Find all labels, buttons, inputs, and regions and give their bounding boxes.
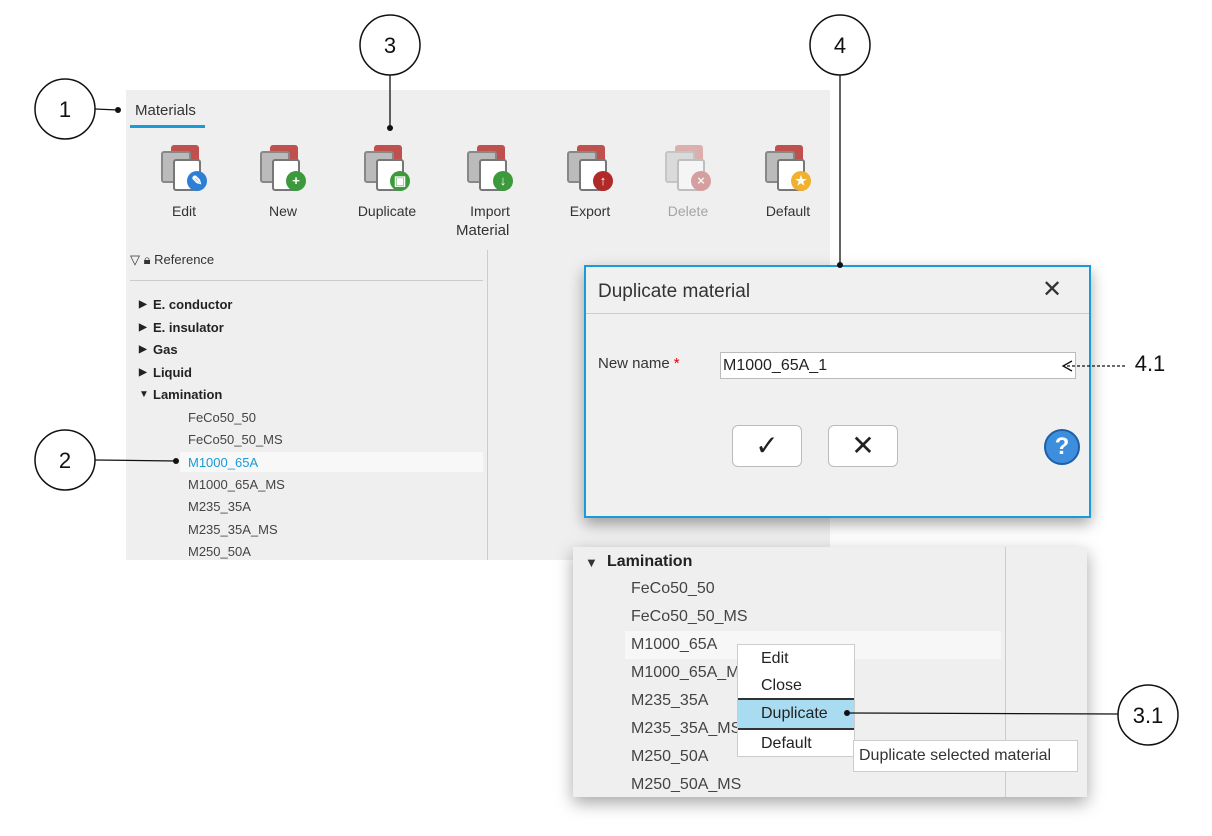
callout-label: 4 bbox=[834, 33, 846, 58]
callout-label: 3.1 bbox=[1133, 703, 1164, 728]
callout-label: 4.1 bbox=[1135, 351, 1166, 376]
callout-label: 1 bbox=[59, 97, 71, 122]
callout-label: 3 bbox=[384, 33, 396, 58]
callout-label: 2 bbox=[59, 448, 71, 473]
callout-layer: 1 2 3 4 3.1 4.1 bbox=[34, 14, 1179, 746]
